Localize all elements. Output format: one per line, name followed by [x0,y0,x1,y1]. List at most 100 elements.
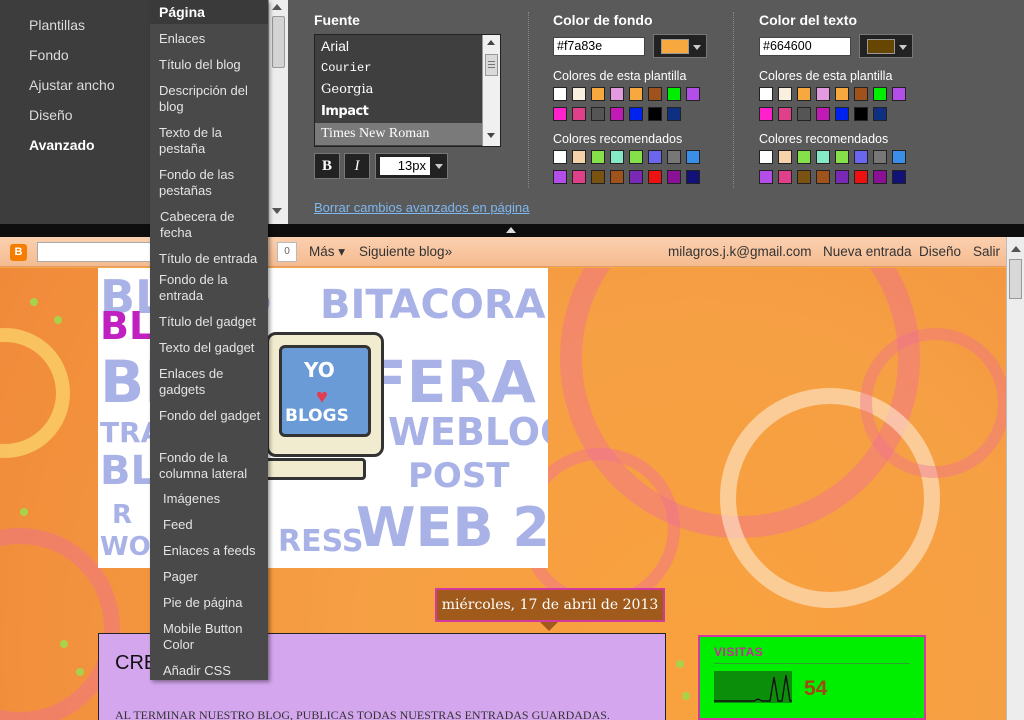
color-swatch[interactable] [873,170,887,184]
logout-link[interactable]: Salir [973,244,1000,259]
font-option-impact[interactable]: Impact [315,101,485,123]
color-swatch[interactable] [873,150,887,164]
color-swatch[interactable] [648,150,662,164]
color-swatch[interactable] [816,170,830,184]
text-color-picker-button[interactable] [859,34,913,58]
color-swatch[interactable] [778,150,792,164]
color-swatch[interactable] [835,87,849,101]
color-swatch[interactable] [591,107,605,121]
subnav-item-pagina[interactable]: Página [150,0,268,24]
scroll-thumb[interactable] [1009,259,1022,299]
search-input[interactable] [37,242,151,262]
color-swatch[interactable] [610,170,624,184]
color-swatch[interactable] [667,107,681,121]
subnav-item[interactable]: Descripción del blog [159,83,265,115]
subnav-item[interactable]: Enlaces a feeds [163,543,269,559]
font-size-select[interactable]: 13px [375,153,448,179]
reset-advanced-link[interactable]: Borrar cambios avanzados en página [314,200,529,215]
nav-ajustar-ancho[interactable]: Ajustar ancho [29,77,115,93]
scroll-up-icon[interactable] [487,40,495,45]
color-swatch[interactable] [778,87,792,101]
scroll-down-icon[interactable] [272,208,282,214]
bg-color-picker-button[interactable] [653,34,707,58]
color-swatch[interactable] [686,170,700,184]
color-swatch[interactable] [610,150,624,164]
color-swatch[interactable] [816,87,830,101]
color-swatch[interactable] [610,87,624,101]
subnav-item[interactable]: Fondo de las pestañas [159,167,265,199]
next-blog-link[interactable]: Siguiente blog» [359,244,452,259]
color-swatch[interactable] [591,170,605,184]
subnav-scrollbar[interactable] [268,0,288,224]
color-swatch[interactable] [572,87,586,101]
text-color-input[interactable]: #664600 [759,37,851,56]
italic-button[interactable]: I [344,153,370,179]
color-swatch[interactable] [629,150,643,164]
nav-diseno[interactable]: Diseño [29,107,73,123]
collapse-handle-icon[interactable] [506,227,516,233]
subnav-item[interactable]: Mobile Button Color [163,621,269,653]
color-swatch[interactable] [759,107,773,121]
subnav-item[interactable]: Enlaces de gadgets [159,366,265,398]
color-swatch[interactable] [797,107,811,121]
scroll-thumb[interactable] [485,54,498,76]
color-swatch[interactable] [892,150,906,164]
scroll-down-icon[interactable] [487,133,495,138]
subnav-item[interactable]: Título del gadget [159,314,265,330]
subnav-item[interactable]: Imágenes [163,491,269,507]
font-option-arial[interactable]: Arial [315,35,485,57]
color-swatch[interactable] [572,107,586,121]
scroll-thumb[interactable] [272,16,285,68]
subnav-item[interactable]: Fondo del gadget [159,408,265,424]
font-list-scrollbar[interactable] [482,35,500,146]
subnav-item[interactable]: Texto de la pestaña [159,125,265,157]
more-menu[interactable]: Más ▾ [309,244,345,260]
color-swatch[interactable] [686,87,700,101]
subnav-item[interactable]: Título del blog [159,57,265,73]
color-swatch[interactable] [892,87,906,101]
subnav-item[interactable]: Pager [163,569,269,585]
scroll-up-icon[interactable] [272,4,282,10]
subnav-item[interactable]: Texto del gadget [159,340,265,356]
subnav-item[interactable]: Pie de página [163,595,269,611]
page-scrollbar[interactable] [1006,237,1024,720]
color-swatch[interactable] [816,107,830,121]
color-swatch[interactable] [835,170,849,184]
color-swatch[interactable] [778,107,792,121]
color-swatch[interactable] [797,170,811,184]
color-swatch[interactable] [854,150,868,164]
font-option-georgia[interactable]: Georgia [315,79,485,101]
color-swatch[interactable] [610,107,624,121]
color-swatch[interactable] [816,150,830,164]
color-swatch[interactable] [686,150,700,164]
color-swatch[interactable] [854,87,868,101]
font-list[interactable]: Arial Courier Georgia Impact Times New R… [314,34,501,147]
subnav-item[interactable]: Añadir CSS [163,663,269,679]
nav-fondo[interactable]: Fondo [29,47,69,63]
bold-button[interactable]: B [314,153,340,179]
color-swatch[interactable] [629,170,643,184]
design-link[interactable]: Diseño [919,244,961,259]
color-swatch[interactable] [835,150,849,164]
nav-plantillas[interactable]: Plantillas [29,17,85,33]
color-swatch[interactable] [553,170,567,184]
color-swatch[interactable] [797,87,811,101]
color-swatch[interactable] [854,107,868,121]
color-swatch[interactable] [873,87,887,101]
bg-color-input[interactable]: #f7a83e [553,37,645,56]
scroll-up-icon[interactable] [1011,246,1021,252]
blogger-logo-icon[interactable]: B [10,244,27,261]
color-swatch[interactable] [591,87,605,101]
color-swatch[interactable] [648,107,662,121]
subnav-item[interactable]: Título de entrada [159,251,265,267]
new-post-link[interactable]: Nueva entrada [823,244,912,259]
subnav-item[interactable]: Enlaces [159,31,265,47]
color-swatch[interactable] [892,170,906,184]
color-swatch[interactable] [854,170,868,184]
color-swatch[interactable] [553,150,567,164]
subnav-item[interactable]: Fondo de la columna lateral [159,450,265,482]
color-swatch[interactable] [873,107,887,121]
color-swatch[interactable] [759,150,773,164]
color-swatch[interactable] [778,170,792,184]
subnav-item[interactable]: Fondo de la entrada [159,272,265,304]
